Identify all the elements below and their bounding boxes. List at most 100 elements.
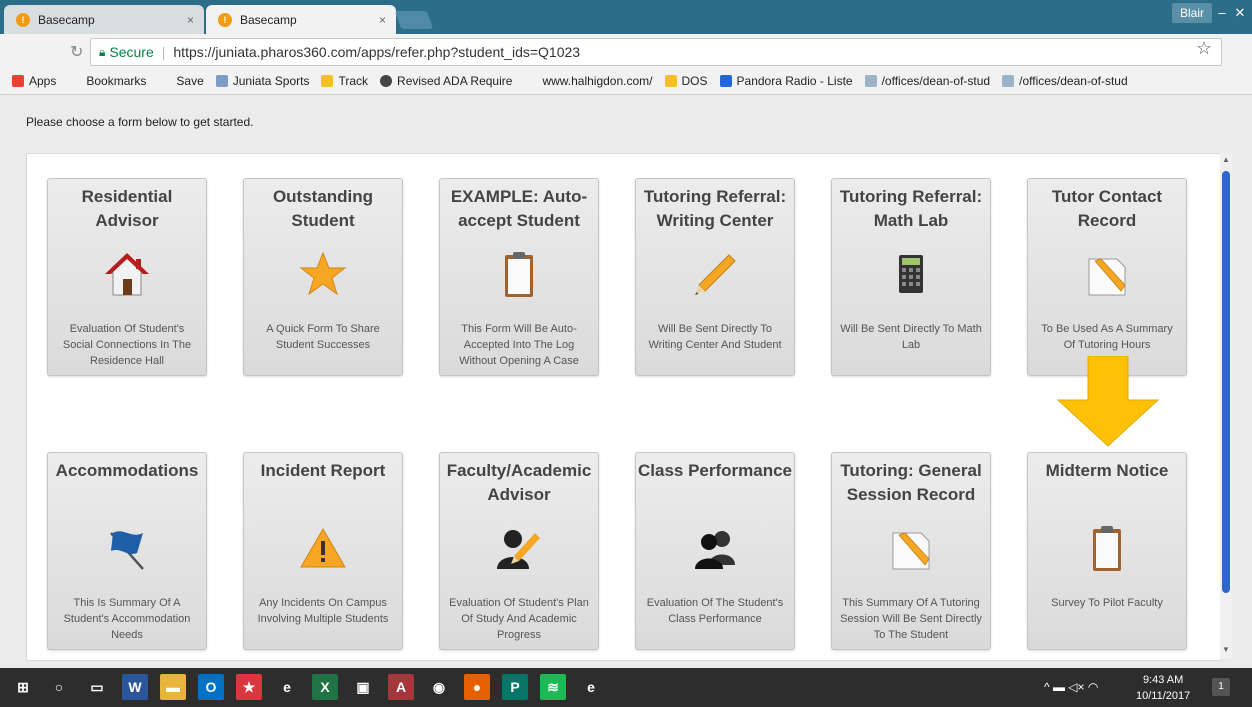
bookmark-item[interactable]: Track [321, 74, 368, 88]
form-card-class-performance[interactable]: Class Performance Evaluation Of The Stud… [635, 452, 795, 650]
start-icon[interactable]: ⊞ [10, 674, 36, 700]
clipboard-icon [505, 252, 533, 297]
word-icon[interactable]: W [122, 674, 148, 700]
publisher-icon[interactable]: P [502, 674, 528, 700]
highlight-arrow-icon [1056, 356, 1160, 447]
form-card-outstanding-student[interactable]: Outstanding Student A Quick Form To Shar… [243, 178, 403, 376]
form-card-incident-report[interactable]: Incident Report Any Incidents On Campus … [243, 452, 403, 650]
juniata-favicon-icon [215, 75, 228, 87]
form-panel: Residential Advisor Evaluation Of Studen… [26, 153, 1222, 661]
search-icon[interactable]: ○ [46, 674, 72, 700]
scroll-up-arrow-icon[interactable]: ▲ [1222, 155, 1230, 164]
card-title: EXAMPLE: Auto-accept Student [450, 187, 588, 230]
excel-icon[interactable]: X [312, 674, 338, 700]
form-card-tutor-contact-record[interactable]: Tutor Contact Record To Be Used As A Sum… [1027, 178, 1187, 376]
form-card-accommodations[interactable]: Accommodations This Is Summary Of A Stud… [47, 452, 207, 650]
address-bar[interactable]: 🔒︎ Secure | https://juniata.pharos360.co… [90, 38, 1222, 66]
card-title: Tutoring Referral: Math Lab [839, 187, 983, 230]
bookmark-star-icon[interactable]: ☆ [1196, 38, 1212, 59]
card-description: This Is Summary Of A Student's Accommoda… [63, 597, 191, 641]
form-card-faculty-academic-advisor[interactable]: Faculty/Academic Advisor Evaluation Of S… [439, 452, 599, 650]
tab-basecamp-1[interactable]: ! Basecamp × [4, 5, 204, 34]
store-icon[interactable]: ▣ [350, 674, 376, 700]
new-tab-button[interactable] [394, 11, 434, 29]
toolbar: ↻ 🔒︎ Secure | https://juniata.pharos360.… [0, 34, 1252, 68]
file-explorer-icon[interactable]: ▬ [160, 674, 186, 700]
house-icon [105, 253, 149, 296]
bookmark-item[interactable]: www.halhigdon.com/ [542, 74, 652, 88]
warning-icon [300, 528, 346, 568]
basecamp-favicon-icon: ! [16, 12, 30, 27]
form-card-midterm-notice[interactable]: Midterm Notice Survey To Pilot Faculty [1027, 452, 1187, 650]
bookmark-item[interactable]: /offices/dean-of-stud [864, 74, 990, 88]
access-icon[interactable]: A [388, 674, 414, 700]
page-favicon-icon [864, 75, 877, 87]
outlook-icon[interactable]: O [198, 674, 224, 700]
pandora-favicon-icon [719, 75, 732, 87]
pencil-icon [695, 254, 736, 295]
star-icon [299, 251, 347, 296]
calculator-icon [899, 255, 923, 293]
url-text[interactable]: https://juniata.pharos360.com/apps/refer… [173, 44, 580, 60]
card-title: Residential Advisor [81, 187, 173, 230]
page-scrollbar[interactable]: ▲ ▼ [1220, 153, 1232, 659]
note-pencil-icon [1088, 258, 1126, 296]
chrome-icon[interactable]: ◉ [426, 674, 452, 700]
group-icon [695, 531, 735, 569]
tab-strip: ! Basecamp × ! Basecamp × Blair – ✕ [0, 0, 1252, 34]
card-description: A Quick Form To Share Student Successes [266, 323, 380, 351]
profile-button[interactable]: Blair [1172, 3, 1213, 23]
clipboard-icon [1093, 526, 1121, 571]
card-description: Evaluation Of Student's Social Connectio… [62, 323, 192, 367]
basecamp-favicon-icon: ! [218, 12, 232, 27]
tab-title: Basecamp [240, 12, 297, 27]
app-red-icon[interactable]: ★ [236, 674, 262, 700]
note-pencil-icon [892, 532, 930, 570]
card-description: Evaluation Of The Student's Class Perfor… [646, 597, 784, 625]
card-description: Will Be Sent Directly To Math Lab [840, 323, 982, 351]
clock-date: 10/11/2017 [1136, 690, 1191, 702]
lock-icon: 🔒︎ [99, 44, 106, 59]
bookmarks-bar: Apps Bookmarks Save Juniata Sports Track… [0, 68, 1252, 95]
close-window-button[interactable]: ✕ [1226, 3, 1252, 23]
bookmark-item[interactable]: Save [176, 74, 203, 88]
tab-close-icon[interactable]: × [187, 13, 194, 27]
tab-title: Basecamp [38, 12, 95, 27]
notification-center-icon[interactable]: 1 [1212, 678, 1230, 696]
folder-icon [321, 75, 334, 87]
reload-icon[interactable]: ↻ [70, 42, 83, 62]
scrollbar-thumb[interactable] [1222, 171, 1230, 593]
advisor-icon [497, 530, 540, 569]
bookmark-item[interactable]: Pandora Radio - Liste [719, 74, 853, 88]
intro-text: Please choose a form below to get starte… [26, 115, 254, 129]
folder-icon [664, 75, 677, 87]
bookmark-item[interactable]: Revised ADA Require [380, 74, 512, 88]
edge-icon[interactable]: e [274, 674, 300, 700]
card-title: Tutoring Referral: Writing Center [643, 187, 787, 230]
card-title: Accommodations [55, 461, 199, 480]
system-clock[interactable]: 9:43 AM 10/11/2017 [1136, 672, 1190, 704]
bookmark-item[interactable]: Juniata Sports [215, 74, 309, 88]
bookmark-item[interactable]: Apps [12, 74, 56, 88]
system-tray[interactable]: ^ ▬ ◁× ◠ [1044, 680, 1098, 694]
tab-basecamp-2[interactable]: ! Basecamp × [206, 5, 396, 34]
form-card-tutoring-math-lab[interactable]: Tutoring Referral: Math Lab Will Be Sent… [831, 178, 991, 376]
tab-close-icon[interactable]: × [379, 13, 386, 27]
firefox-icon[interactable]: ● [464, 674, 490, 700]
bookmark-item[interactable]: DOS [664, 74, 708, 88]
form-card-residential-advisor[interactable]: Residential Advisor Evaluation Of Studen… [47, 178, 207, 376]
bookmark-item[interactable]: /offices/dean-of-stud [1002, 74, 1128, 88]
spotify-icon[interactable]: ≋ [540, 674, 566, 700]
form-card-tutoring-writing-center[interactable]: Tutoring Referral: Writing Center Will B… [635, 178, 795, 376]
card-description: Any Incidents On Campus Involving Multip… [257, 597, 389, 625]
card-description: Evaluation Of Student's Plan Of Study An… [449, 597, 589, 641]
form-card-auto-accept-student[interactable]: EXAMPLE: Auto-accept Student This Form W… [439, 178, 599, 376]
bookmark-item[interactable]: Bookmarks [86, 74, 146, 88]
clock-time: 9:43 AM [1142, 674, 1184, 686]
form-card-tutoring-general-session[interactable]: Tutoring: General Session Record This Su… [831, 452, 991, 650]
task-view-icon[interactable]: ▭ [84, 674, 110, 700]
scroll-down-arrow-icon[interactable]: ▼ [1222, 645, 1230, 654]
card-description: Survey To Pilot Faculty [1051, 597, 1163, 609]
ie-icon[interactable]: e [578, 674, 604, 700]
card-description: Will Be Sent Directly To Writing Center … [648, 323, 782, 351]
